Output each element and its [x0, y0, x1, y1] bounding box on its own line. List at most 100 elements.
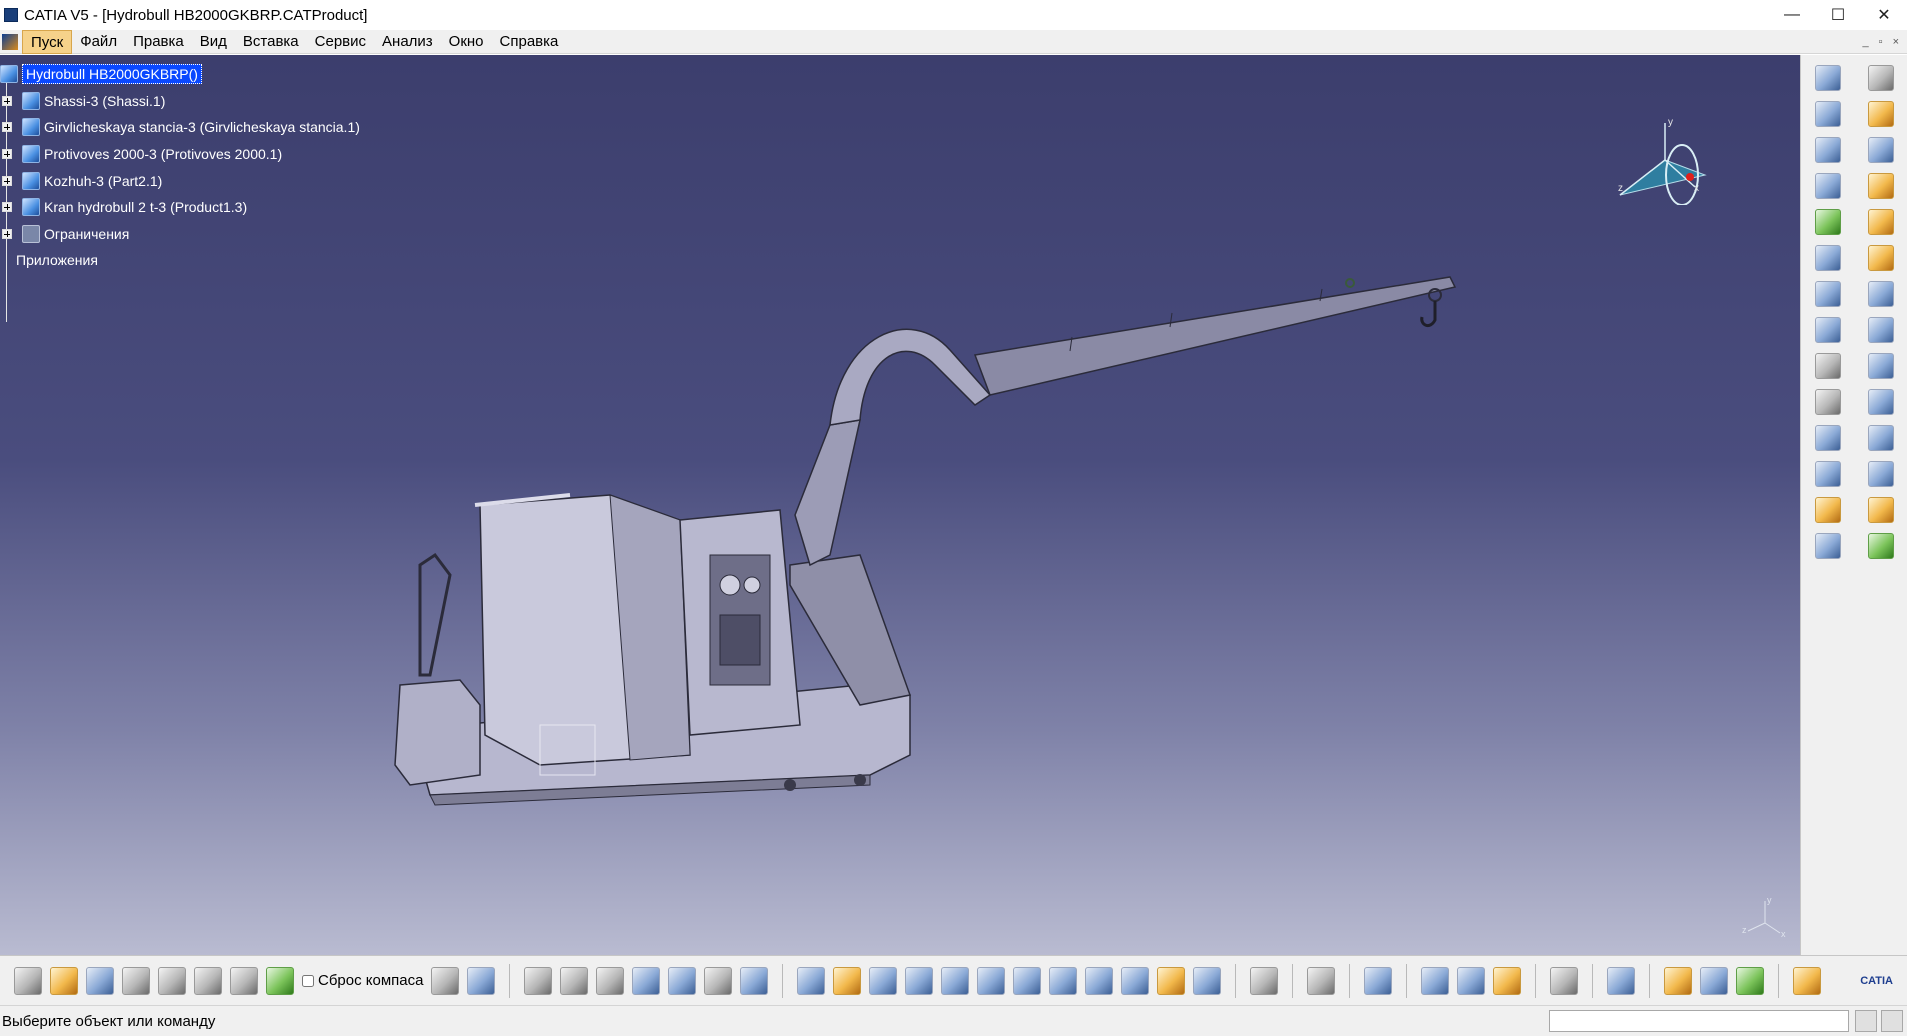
normal-view-icon[interactable] — [1013, 966, 1042, 995]
menu-window[interactable]: Окно — [441, 30, 492, 54]
close-button[interactable]: ✕ — [1861, 0, 1907, 30]
tree-node-applications[interactable]: Приложения — [0, 247, 360, 274]
anchor-icon[interactable] — [1814, 353, 1841, 379]
menu-tools[interactable]: Сервис — [307, 30, 374, 54]
menu-edit[interactable]: Правка — [125, 30, 192, 54]
color-properties-icon[interactable] — [1736, 966, 1765, 995]
menu-help[interactable]: Справка — [492, 30, 567, 54]
scenes-icon[interactable] — [1814, 533, 1841, 559]
multi-view-icon[interactable] — [1049, 966, 1078, 995]
new-file-icon[interactable] — [14, 966, 42, 995]
rotate-icon[interactable] — [905, 966, 934, 995]
tree-node-shassi[interactable]: Shassi-3 (Shassi.1) — [0, 88, 360, 115]
render-style-icon[interactable] — [1700, 966, 1729, 995]
tree-node-kozhuh[interactable]: Kozhuh-3 (Part2.1) — [0, 167, 360, 194]
coincidence-constraint-icon[interactable] — [1867, 137, 1894, 163]
menu-analysis[interactable]: Анализ — [374, 30, 441, 54]
cut-icon[interactable] — [158, 966, 186, 995]
expand-icon[interactable] — [2, 228, 12, 239]
measure-inertia-icon[interactable] — [1493, 966, 1522, 995]
redo-icon[interactable] — [431, 966, 460, 995]
expand-icon[interactable] — [2, 175, 12, 186]
expand-icon[interactable] — [2, 122, 12, 133]
menu-file[interactable]: Файл — [72, 30, 125, 54]
replace-component-icon[interactable] — [1814, 245, 1841, 271]
bill-of-material-icon[interactable] — [1364, 966, 1393, 995]
hide-show-icon[interactable] — [1157, 966, 1186, 995]
fix-component-icon[interactable] — [1867, 281, 1894, 307]
reset-compass-checkbox[interactable] — [302, 974, 314, 987]
fix-together-icon[interactable] — [1867, 317, 1894, 343]
capture-camera-icon[interactable] — [1307, 966, 1336, 995]
explode-icon[interactable] — [1814, 461, 1841, 487]
open-folder-icon[interactable] — [50, 966, 78, 995]
tree-node-girvlicheskaya[interactable]: Girvlicheskaya stancia-3 (Girvlicheskaya… — [0, 114, 360, 141]
expand-icon[interactable] — [2, 202, 12, 213]
status-option-button[interactable] — [1855, 1010, 1877, 1032]
grid-icon[interactable] — [1793, 966, 1822, 995]
change-constraint-icon[interactable] — [1867, 425, 1894, 451]
crane-3d-model[interactable] — [390, 255, 1510, 855]
measure-icon[interactable] — [1867, 497, 1894, 523]
status-close-button[interactable] — [1881, 1010, 1903, 1032]
contact-constraint-icon[interactable] — [1867, 173, 1894, 199]
measure-item-icon[interactable] — [1457, 966, 1486, 995]
3d-viewport[interactable]: Hydrobull HB2000GKBRP() Shassi-3 (Shassi… — [0, 55, 1800, 955]
maximize-button[interactable]: ☐ — [1815, 0, 1861, 30]
paperclip-icon[interactable] — [1814, 389, 1841, 415]
update-icon[interactable] — [1814, 497, 1841, 523]
existing-component-icon[interactable] — [1814, 209, 1841, 235]
reuse-pattern-icon[interactable] — [1867, 461, 1894, 487]
product-structure-icon[interactable] — [1814, 65, 1841, 91]
mdi-restore-button[interactable]: ▫ — [1879, 36, 1883, 48]
mdi-minimize-button[interactable]: _ — [1863, 36, 1869, 48]
command-input[interactable] — [1549, 1010, 1849, 1032]
zoom-in-icon[interactable] — [941, 966, 970, 995]
fit-all-icon[interactable] — [833, 966, 862, 995]
axis-system-icon[interactable] — [1250, 966, 1279, 995]
clash-icon[interactable] — [1867, 65, 1894, 91]
new-component-icon[interactable] — [1814, 101, 1841, 127]
print-icon[interactable] — [122, 966, 150, 995]
parameter-icon[interactable] — [740, 966, 769, 995]
comment-icon[interactable] — [560, 966, 589, 995]
reset-compass-toggle[interactable]: Сброс компаса — [302, 972, 423, 989]
fly-mode-icon[interactable] — [797, 966, 826, 995]
angle-constraint-icon[interactable] — [1867, 245, 1894, 271]
graph-tree-reordering-icon[interactable] — [1814, 281, 1841, 307]
law-icon[interactable] — [668, 966, 697, 995]
knowledge-icon[interactable] — [596, 966, 625, 995]
design-table-icon[interactable] — [632, 966, 661, 995]
update-all-icon[interactable] — [1550, 966, 1579, 995]
menu-view[interactable]: Вид — [192, 30, 235, 54]
menu-insert[interactable]: Вставка — [235, 30, 307, 54]
zoom-out-icon[interactable] — [977, 966, 1006, 995]
menu-start[interactable]: Пуск — [22, 29, 73, 54]
catalog-browser-icon[interactable] — [1867, 533, 1894, 559]
tree-node-protivoves[interactable]: Protivoves 2000-3 (Protivoves 2000.1) — [0, 141, 360, 168]
measure-between-icon[interactable] — [1421, 966, 1450, 995]
tree-node-root[interactable]: Hydrobull HB2000GKBRP() — [0, 61, 360, 88]
document-icon[interactable] — [2, 33, 18, 50]
whats-this-icon[interactable] — [467, 966, 496, 995]
isometric-view-icon[interactable] — [1085, 966, 1114, 995]
minimize-button[interactable]: — — [1769, 0, 1815, 30]
swap-visible-space-icon[interactable] — [1193, 966, 1222, 995]
shading-icon[interactable] — [1121, 966, 1150, 995]
pan-icon[interactable] — [869, 966, 898, 995]
generate-numbering-icon[interactable] — [1814, 317, 1841, 343]
undo-icon[interactable] — [266, 966, 294, 995]
mdi-close-button[interactable]: × — [1893, 36, 1899, 48]
compass-icon[interactable]: y z x — [1610, 115, 1720, 205]
new-part-icon[interactable] — [1814, 173, 1841, 199]
copy-icon[interactable] — [194, 966, 222, 995]
save-icon[interactable] — [86, 966, 114, 995]
manipulation-icon[interactable] — [1814, 425, 1841, 451]
publication-icon[interactable] — [704, 966, 733, 995]
quick-constraint-icon[interactable] — [1867, 353, 1894, 379]
tree-node-kran[interactable]: Kran hydrobull 2 t-3 (Product1.3) — [0, 194, 360, 221]
new-product-icon[interactable] — [1814, 137, 1841, 163]
paste-icon[interactable] — [230, 966, 258, 995]
expand-icon[interactable] — [2, 149, 12, 160]
flexible-subassembly-icon[interactable] — [1867, 389, 1894, 415]
